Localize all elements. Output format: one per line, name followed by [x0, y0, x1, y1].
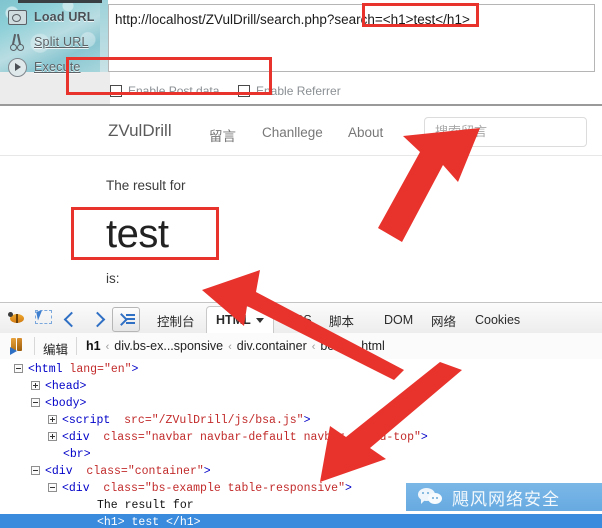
collapse-twisty-icon[interactable] — [14, 364, 23, 374]
collapse-twisty-icon[interactable] — [48, 483, 57, 493]
expand-twisty-icon[interactable] — [31, 381, 40, 391]
tree-token-attr: class= — [103, 482, 145, 495]
tree-token-tag: <head> — [45, 380, 87, 393]
url-payload-highlight — [362, 3, 479, 27]
rendered-h1-highlight — [71, 207, 219, 260]
play-icon — [6, 57, 28, 77]
tree-token-tag: <body> — [45, 397, 87, 410]
watermark: 飓风网络安全 — [406, 483, 602, 511]
split-url-button[interactable]: Split URL — [6, 31, 89, 53]
tab-label: Cookies — [475, 313, 521, 327]
navbar-brand[interactable]: ZVulDrill — [108, 121, 172, 141]
load-url-button[interactable]: Load URL — [6, 6, 95, 28]
tab-cookies[interactable]: Cookies — [466, 307, 529, 333]
tree-token-tag: </h1> — [166, 516, 201, 528]
tree-token-attr: class= — [103, 431, 145, 444]
watermark-text: 飓风网络安全 — [452, 489, 560, 510]
tree-row-selected[interactable]: <h1> test </h1> — [0, 514, 602, 528]
tab-label: 网络 — [431, 314, 457, 329]
breadcrumb-separator: ‹ — [105, 341, 110, 353]
tab-label: 控制台 — [157, 314, 195, 329]
dom-h1-highlight — [66, 57, 272, 95]
collapse-twisty-icon[interactable] — [31, 398, 40, 408]
firebug-icon[interactable] — [8, 309, 28, 328]
scissors-icon — [6, 32, 28, 52]
edit-button[interactable]: 编辑 — [43, 339, 68, 358]
split-url-label: Split URL — [34, 35, 89, 49]
panel-menu-icon[interactable] — [112, 307, 140, 332]
annotation-arrow-dom — [320, 362, 462, 482]
site-navbar: ZVulDrill 留言 Chanllege About 搜索留言 — [0, 110, 602, 156]
tree-token-attr: src= — [124, 414, 152, 427]
nav-link-chanllege[interactable]: Chanllege — [262, 125, 323, 140]
breadcrumb-icon[interactable] — [9, 337, 27, 355]
hackbar-top-divider — [18, 0, 102, 3]
back-arrow-icon[interactable] — [62, 309, 82, 328]
divider — [34, 337, 35, 355]
tree-token-tag: <br> — [63, 448, 91, 461]
tree-token-val: "container" — [127, 465, 204, 478]
tree-token-tag: <div — [45, 465, 73, 478]
result-suffix: is: — [106, 271, 120, 286]
tree-token-sp — [90, 482, 104, 495]
tree-token-tag: > — [131, 363, 139, 376]
tree-token-txt: The result for — [97, 499, 194, 512]
inspector-icon[interactable] — [34, 309, 54, 328]
tree-token-tag: > — [203, 465, 211, 478]
collapse-twisty-icon[interactable] — [31, 466, 40, 476]
load-url-label: Load URL — [34, 10, 95, 24]
result-label: The result for — [106, 178, 186, 193]
annotation-arrow-url — [378, 128, 480, 242]
tree-token-tag: <div — [62, 431, 90, 444]
tree-token-tag: <div — [62, 482, 90, 495]
tree-token-sp — [90, 431, 104, 444]
tree-token-tag: <html — [28, 363, 63, 376]
expand-twisty-icon[interactable] — [48, 415, 57, 425]
breadcrumb-item[interactable]: h1 — [86, 339, 101, 353]
tree-token-sp — [73, 465, 87, 478]
tree-token-val: "en" — [103, 363, 132, 376]
camera-icon — [6, 7, 28, 27]
tree-token-tag: <h1> — [97, 516, 125, 528]
divider — [76, 337, 77, 355]
tree-token-attr: class= — [86, 465, 128, 478]
tree-token-txt: test — [124, 516, 167, 528]
tree-token-sp — [110, 414, 124, 427]
expand-twisty-icon[interactable] — [48, 432, 57, 442]
tab-network[interactable]: 网络 — [422, 307, 465, 333]
tree-token-tag: <script — [62, 414, 111, 427]
wechat-icon — [418, 486, 444, 508]
nav-link-liuyan[interactable]: 留言 — [209, 125, 236, 145]
tab-console[interactable]: 控制台 — [148, 307, 204, 333]
forward-arrow-icon[interactable] — [88, 309, 108, 328]
tree-token-attr: lang= — [69, 363, 104, 376]
